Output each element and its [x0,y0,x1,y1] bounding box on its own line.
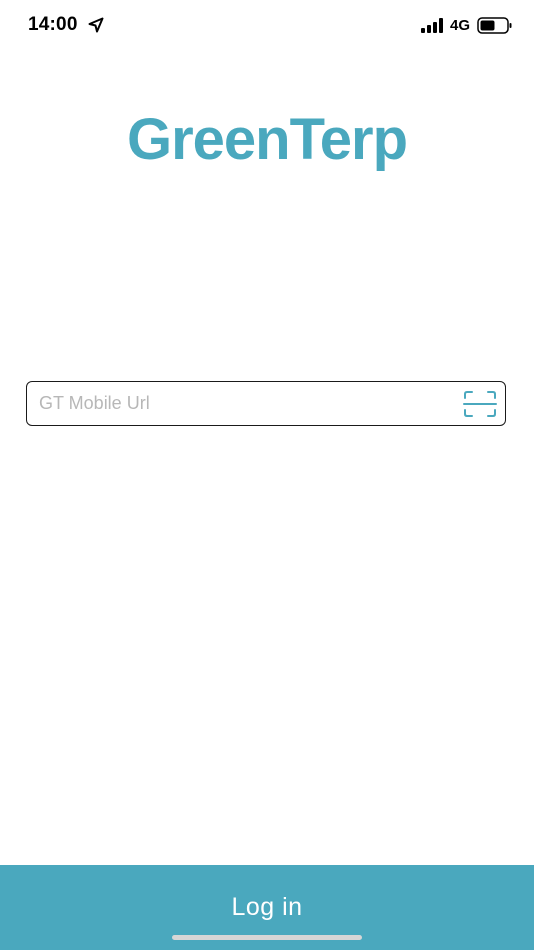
login-button-label: Log in [231,893,303,921]
home-indicator [172,935,362,940]
signal-bars-icon [421,18,445,33]
url-field [26,381,506,426]
location-arrow-icon [88,17,104,33]
url-input[interactable] [39,382,459,425]
app-logo: GreenTerp [126,107,408,172]
status-bar: 14:00 4G [0,0,534,50]
qr-scan-icon[interactable] [463,390,497,418]
network-type-label: 4G [450,17,471,34]
battery-icon [477,17,513,34]
status-time: 14:00 [28,14,78,35]
